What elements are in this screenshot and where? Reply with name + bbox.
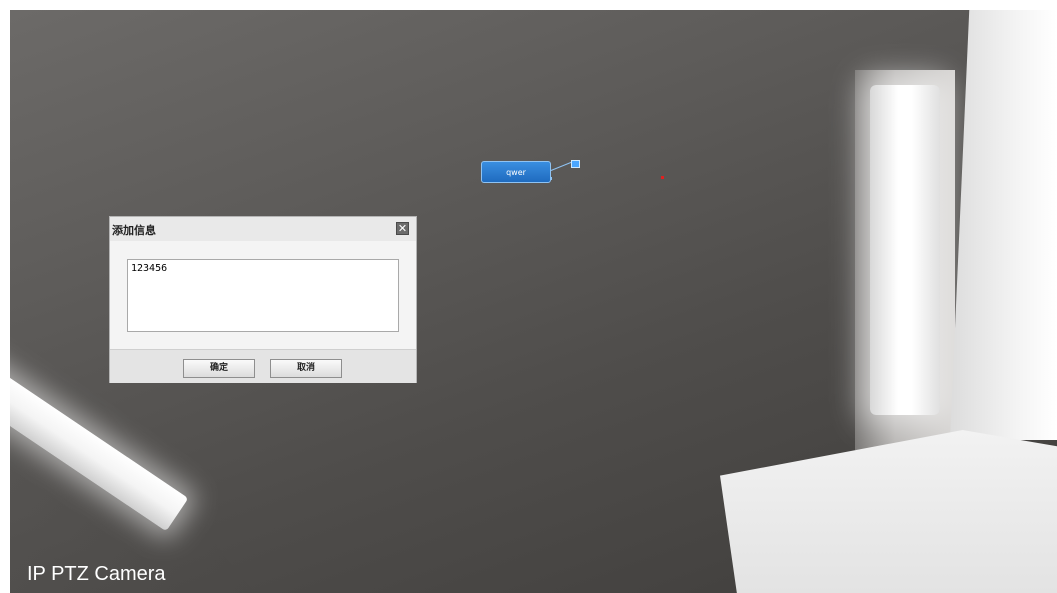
overlay-tag-anchor[interactable] xyxy=(571,160,580,168)
cancel-button[interactable]: 取消 xyxy=(270,359,342,378)
ok-button[interactable]: 确定 xyxy=(183,359,255,378)
camera-name-label: IP PTZ Camera xyxy=(27,563,166,585)
position-marker xyxy=(661,176,664,179)
overlay-tag[interactable]: qwer xyxy=(481,161,551,183)
add-info-dialog: 添加信息 ✕ 123456 确定 取消 xyxy=(109,216,417,383)
dialog-body: 123456 xyxy=(110,241,416,349)
overlay-tag-connector xyxy=(550,161,572,171)
info-textarea[interactable]: 123456 xyxy=(127,259,399,332)
ceiling-light-right xyxy=(870,85,940,415)
dialog-title: 添加信息 xyxy=(112,224,156,237)
wall-right xyxy=(950,10,1057,440)
camera-video-view[interactable]: qwer 添加信息 ✕ 123456 确定 取消 IP PTZ Camera xyxy=(10,10,1057,593)
ceiling-beam xyxy=(720,430,1057,593)
dialog-footer: 确定 取消 xyxy=(110,349,416,383)
close-icon[interactable]: ✕ xyxy=(396,222,409,235)
